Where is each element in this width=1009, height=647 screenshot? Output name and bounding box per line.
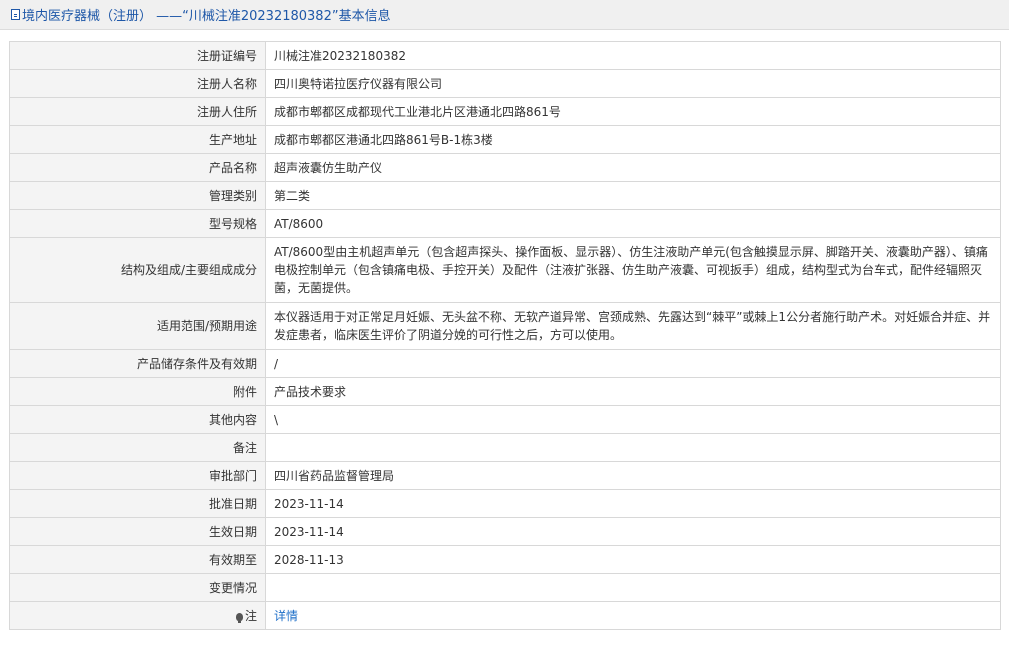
- row-value: 超声液囊仿生助产仪: [265, 153, 1001, 182]
- row-label: 附件: [9, 377, 266, 406]
- row-label: 变更情况: [9, 573, 266, 602]
- table-row: 有效期至 2028-11-13: [9, 545, 1001, 574]
- details-link[interactable]: 详情: [274, 609, 298, 623]
- row-value: \: [265, 405, 1001, 434]
- info-table: 注册证编号 川械注准20232180382 注册人名称 四川奥特诺拉医疗仪器有限…: [9, 41, 1001, 630]
- row-label: 生效日期: [9, 517, 266, 546]
- row-value: 产品技术要求: [265, 377, 1001, 406]
- table-row: 结构及组成/主要组成成分 AT/8600型由主机超声单元（包含超声探头、操作面板…: [9, 237, 1001, 303]
- row-value: 2023-11-14: [265, 489, 1001, 518]
- row-value: 四川省药品监督管理局: [265, 461, 1001, 490]
- row-value: 成都市郫都区成都现代工业港北片区港通北四路861号: [265, 97, 1001, 126]
- note-label: 注: [244, 608, 257, 623]
- table-row: 附件 产品技术要求: [9, 377, 1001, 406]
- table-row: 注册人住所 成都市郫都区成都现代工业港北片区港通北四路861号: [9, 97, 1001, 126]
- row-label: 产品储存条件及有效期: [9, 349, 266, 378]
- row-value: /: [265, 349, 1001, 378]
- row-value: 2028-11-13: [265, 545, 1001, 574]
- row-value: [265, 573, 1001, 602]
- table-row: 审批部门 四川省药品监督管理局: [9, 461, 1001, 490]
- row-label: 注册证编号: [9, 41, 266, 70]
- table-row: 注册证编号 川械注准20232180382: [9, 41, 1001, 70]
- table-row: 变更情况: [9, 573, 1001, 602]
- row-value: 川械注准20232180382: [265, 41, 1001, 70]
- table-row: 管理类别 第二类: [9, 181, 1001, 210]
- row-value: 四川奥特诺拉医疗仪器有限公司: [265, 69, 1001, 98]
- row-label: 注册人住所: [9, 97, 266, 126]
- page-title: 境内医疗器械（注册） ——“川械注准20232180382”基本信息: [22, 9, 391, 24]
- row-label: 备注: [9, 433, 266, 462]
- row-value: 本仪器适用于对正常足月妊娠、无头盆不称、无软产道异常、宫颈成熟、先露达到“棘平”…: [265, 302, 1001, 350]
- row-value: AT/8600: [265, 209, 1001, 238]
- row-label: 结构及组成/主要组成成分: [9, 237, 266, 303]
- row-label: 审批部门: [9, 461, 266, 490]
- row-value: AT/8600型由主机超声单元（包含超声探头、操作面板、显示器）、仿生注液助产单…: [265, 237, 1001, 303]
- row-label: 注册人名称: [9, 69, 266, 98]
- table-row: 产品储存条件及有效期 /: [9, 349, 1001, 378]
- row-label: 型号规格: [9, 209, 266, 238]
- table-row: 适用范围/预期用途 本仪器适用于对正常足月妊娠、无头盆不称、无软产道异常、宫颈成…: [9, 302, 1001, 350]
- row-value: [265, 433, 1001, 462]
- row-label: 管理类别: [9, 181, 266, 210]
- page-header: 境内医疗器械（注册） ——“川械注准20232180382”基本信息: [0, 0, 1009, 30]
- table-row: 批准日期 2023-11-14: [9, 489, 1001, 518]
- row-value: 2023-11-14: [265, 517, 1001, 546]
- table-row: 产品名称 超声液囊仿生助产仪: [9, 153, 1001, 182]
- table-row-note: 注 详情: [9, 601, 1001, 630]
- row-label-note: 注: [9, 601, 266, 630]
- row-value-note: 详情: [265, 601, 1001, 630]
- row-label: 批准日期: [9, 489, 266, 518]
- table-row: 其他内容 \: [9, 405, 1001, 434]
- row-label: 生产地址: [9, 125, 266, 154]
- table-row: 生效日期 2023-11-14: [9, 517, 1001, 546]
- row-value: 第二类: [265, 181, 1001, 210]
- row-label: 其他内容: [9, 405, 266, 434]
- table-row: 生产地址 成都市郫都区港通北四路861号B-1栋3楼: [9, 125, 1001, 154]
- row-value: 成都市郫都区港通北四路861号B-1栋3楼: [265, 125, 1001, 154]
- document-icon: [11, 9, 20, 20]
- row-label: 适用范围/预期用途: [9, 302, 266, 350]
- row-label: 产品名称: [9, 153, 266, 182]
- table-row: 型号规格 AT/8600: [9, 209, 1001, 238]
- table-row: 注册人名称 四川奥特诺拉医疗仪器有限公司: [9, 69, 1001, 98]
- table-row: 备注: [9, 433, 1001, 462]
- row-label: 有效期至: [9, 545, 266, 574]
- bulb-icon: [235, 612, 243, 623]
